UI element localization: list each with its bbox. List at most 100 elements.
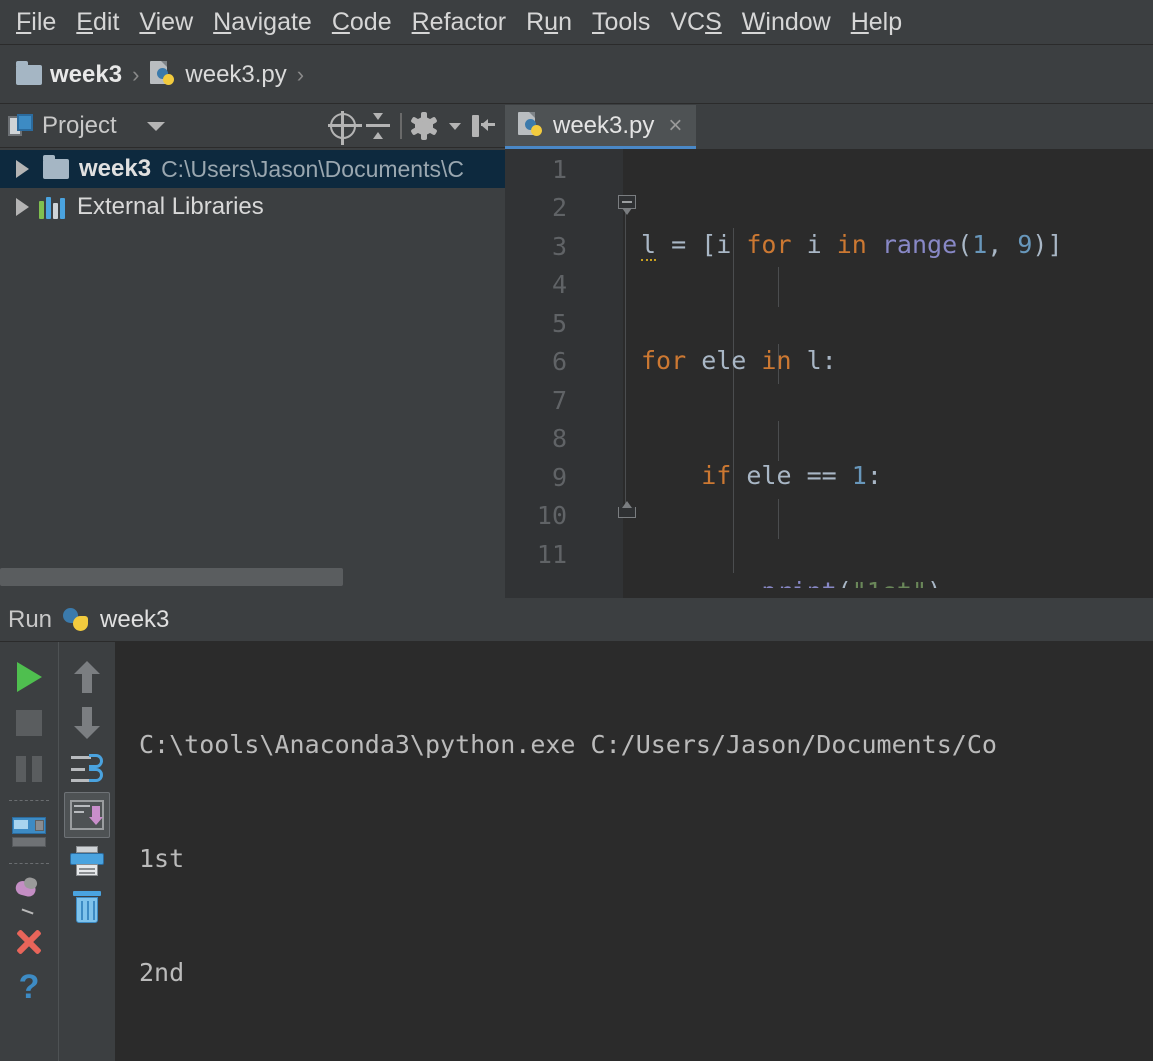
project-panel-header: Project	[0, 105, 505, 148]
chevron-down-icon-gear[interactable]	[449, 122, 461, 130]
menu-item-help[interactable]: Help	[841, 9, 912, 35]
line-number: 7	[551, 386, 567, 415]
breadcrumb-separator-end: ›	[296, 61, 305, 87]
console-text: C:\tools\Anaconda3\python.exe C:/Users/J…	[115, 642, 1153, 1061]
libraries-icon	[39, 195, 67, 219]
scrollbar-thumb[interactable]	[0, 568, 343, 586]
python-icon	[62, 606, 90, 634]
breadcrumb: week3 › week3.py ›	[0, 46, 1153, 104]
menu-item-refactor[interactable]: Refactor	[402, 9, 517, 35]
project-panel: Project week3 C:\Users\Jason\Documents\C	[0, 105, 505, 598]
line-number: 6	[551, 347, 567, 376]
console-line: C:\tools\Anaconda3\python.exe C:/Users/J…	[139, 730, 997, 759]
run-panel-label: Run	[8, 605, 53, 633]
tree-node-label: week3	[79, 155, 152, 182]
folder-icon	[43, 155, 69, 179]
console-line: 2nd	[139, 958, 185, 987]
line-number: 10	[536, 501, 567, 530]
locate-icon[interactable]	[328, 111, 362, 145]
hide-panel-icon[interactable]	[471, 114, 495, 138]
code-content[interactable]: l = [i for i in range(1, 9)] for ele in …	[641, 149, 1063, 598]
help-icon[interactable]: ?	[6, 964, 52, 1010]
scroll-to-end-icon[interactable]	[64, 792, 110, 838]
run-panel-body: ? C:\tools\Anaconda3\python.exe C:/Users…	[0, 642, 1153, 1061]
line-number: 11	[536, 540, 567, 569]
menu-item-window[interactable]: Window	[732, 9, 841, 35]
breadcrumb-file-label: week3.py	[185, 60, 287, 88]
run-panel: Run week3 ? C:\tools\Anaconda3\python.ex…	[0, 598, 1153, 1061]
breadcrumb-item-file[interactable]: week3.py	[149, 60, 287, 89]
folder-icon	[16, 60, 42, 85]
trash-icon[interactable]	[64, 884, 110, 930]
pause-icon[interactable]	[6, 746, 52, 792]
menu-item-file[interactable]: File	[6, 9, 66, 35]
line-number: 2	[551, 193, 567, 222]
editor-tab-bar: week3.py ×	[505, 105, 1153, 149]
editor-horizontal-scrollbar[interactable]	[623, 588, 1153, 598]
toolbar-divider	[400, 113, 402, 139]
menu-item-view[interactable]: View	[129, 9, 203, 35]
soft-wrap-icon[interactable]	[64, 746, 110, 792]
menu-item-tools[interactable]: Tools	[582, 9, 660, 35]
editor-area: week3.py × 1 2 3 4 5 6 7 8 9 10 11 l = […	[505, 105, 1153, 598]
print-icon[interactable]	[64, 838, 110, 884]
run-config-name[interactable]: week3	[100, 606, 169, 634]
fold-end-icon[interactable]	[618, 501, 636, 525]
code-editor[interactable]: 1 2 3 4 5 6 7 8 9 10 11 l = [i for i in …	[505, 149, 1153, 598]
toolbar-separator	[9, 863, 49, 864]
menu-bar: File Edit View Navigate Code Refactor Ru…	[0, 0, 1153, 45]
expand-arrow-icon[interactable]	[16, 160, 29, 178]
tree-node-week3[interactable]: week3 C:\Users\Jason\Documents\C	[0, 150, 505, 188]
fold-collapse-icon[interactable]	[618, 195, 636, 215]
tree-node-label: External Libraries	[77, 193, 264, 220]
code-line-3: if ele == 1:	[701, 461, 882, 490]
menu-item-run[interactable]: Run	[516, 9, 582, 35]
arrow-up-icon[interactable]	[64, 654, 110, 700]
expand-arrow-icon[interactable]	[16, 198, 29, 216]
run-toolbar-left: ?	[0, 642, 58, 1061]
python-file-icon	[149, 60, 177, 89]
arrow-down-icon[interactable]	[64, 700, 110, 746]
project-tree: week3 C:\Users\Jason\Documents\C Externa…	[0, 148, 505, 226]
console-layout-icon[interactable]	[6, 809, 52, 855]
line-number: 9	[551, 463, 567, 492]
line-number: 8	[551, 424, 567, 453]
pin-icon[interactable]	[6, 872, 52, 918]
run-panel-header: Run week3	[0, 598, 1153, 642]
console-output[interactable]: C:\tools\Anaconda3\python.exe C:/Users/J…	[115, 642, 1153, 1061]
chevron-down-icon[interactable]	[146, 121, 165, 131]
line-number: 4	[551, 270, 567, 299]
toolbar-separator	[9, 800, 49, 801]
editor-tab-label: week3.py	[553, 111, 655, 139]
editor-tab-week3py[interactable]: week3.py ×	[505, 105, 697, 149]
stop-icon[interactable]	[6, 700, 52, 746]
collapse-all-icon[interactable]	[366, 113, 390, 139]
line-number: 3	[551, 232, 567, 261]
tree-node-path: C:\Users\Jason\Documents\C	[161, 155, 464, 182]
breadcrumb-project-label: week3	[50, 60, 123, 88]
line-number: 5	[551, 309, 567, 338]
console-line: 1st	[139, 844, 185, 873]
rerun-icon[interactable]	[6, 654, 52, 700]
close-icon[interactable]	[6, 918, 52, 964]
project-panel-title: Project	[42, 112, 117, 139]
project-horizontal-scrollbar[interactable]	[0, 568, 505, 586]
breadcrumb-item-project[interactable]: week3	[16, 60, 123, 89]
code-line-1: l = [i for i in range(1, 9)]	[641, 230, 1063, 261]
project-icon	[8, 114, 34, 138]
code-line-2: for ele in l:	[641, 345, 837, 375]
gear-icon[interactable]	[410, 112, 438, 140]
run-toolbar-right	[58, 642, 115, 1061]
breadcrumb-separator: ›	[132, 61, 140, 87]
menu-item-vcs[interactable]: VCS	[660, 9, 731, 35]
pycharm-window: File Edit View Navigate Code Refactor Ru…	[0, 0, 1153, 1061]
editor-gutter[interactable]: 1 2 3 4 5 6 7 8 9 10 11	[505, 149, 623, 598]
menu-item-code[interactable]: Code	[322, 9, 402, 35]
fold-region-line	[625, 211, 626, 511]
tree-node-external-libraries[interactable]: External Libraries	[0, 188, 505, 226]
close-icon[interactable]: ×	[668, 112, 682, 140]
menu-item-navigate[interactable]: Navigate	[203, 9, 322, 35]
python-file-icon	[517, 111, 545, 140]
menu-item-edit[interactable]: Edit	[66, 9, 129, 35]
line-number: 1	[551, 155, 567, 184]
